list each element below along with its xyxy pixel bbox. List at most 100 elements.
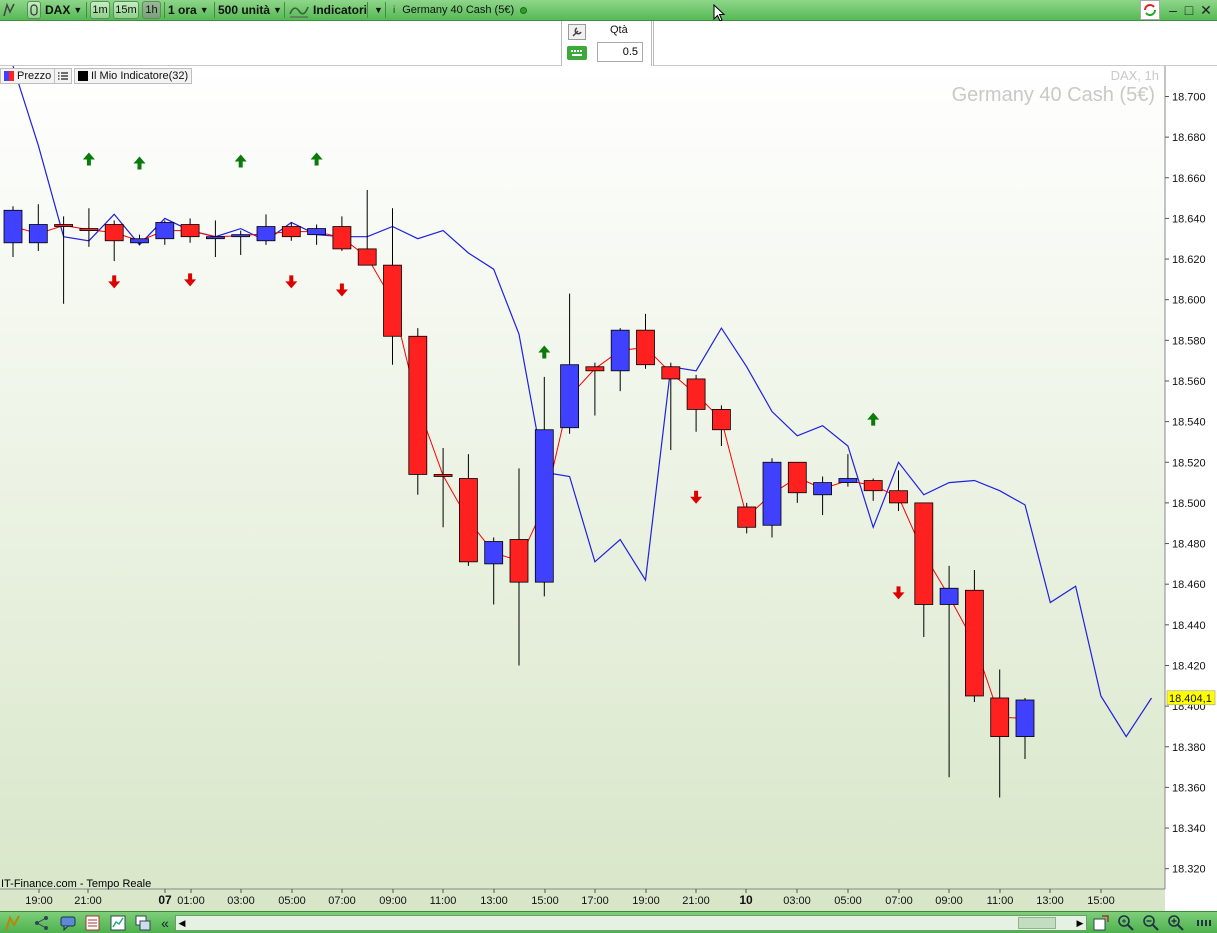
candle-down: [408, 335, 428, 475]
toolbar-separator: [367, 2, 368, 18]
timeframe-15m-button[interactable]: 15m: [113, 1, 139, 19]
candle-down: [383, 264, 402, 337]
legend-indicator-label: Il Mio Indicatore(32): [91, 70, 189, 82]
symbol-label: DAX: [45, 3, 71, 17]
indicators-button[interactable]: Indicatori: [289, 1, 367, 19]
toolbar-separator: [164, 2, 165, 18]
toolbar-separator: [86, 2, 87, 18]
candle-down: [357, 248, 377, 266]
scrollbar-thumb[interactable]: [1018, 917, 1056, 929]
candle-down: [889, 490, 908, 504]
candle-up: [484, 541, 504, 565]
candle-down: [737, 506, 757, 528]
scroll-left-icon[interactable]: ◀: [176, 916, 188, 930]
qty-input[interactable]: [597, 42, 643, 62]
y-tick-label: 18.520: [1172, 457, 1206, 469]
candle-up: [939, 587, 959, 605]
zoom-out-icon[interactable]: [1143, 915, 1159, 931]
candle-down: [863, 480, 883, 492]
y-tick-label: 18.500: [1172, 498, 1206, 510]
x-tick-label: 07:00: [885, 895, 913, 907]
order-settings-icon[interactable]: [568, 24, 586, 40]
candle-up: [813, 482, 832, 496]
list-icon[interactable]: [85, 915, 101, 931]
period-selector[interactable]: 1 ora ▼: [168, 1, 209, 19]
legend-indicator[interactable]: Il Mio Indicatore(32): [74, 68, 193, 84]
candle-down: [54, 224, 73, 227]
x-tick-label: 17:00: [581, 895, 609, 907]
time-scrollbar[interactable]: ◀ ▶: [175, 915, 1087, 931]
candle-up: [205, 236, 225, 240]
y-tick-label: 18.560: [1172, 376, 1206, 388]
timeframe-label: 15m: [115, 4, 137, 16]
y-tick-label: 18.680: [1172, 132, 1206, 144]
timeframe-1m-button[interactable]: 1m: [90, 1, 110, 19]
units-label: 500 unità: [218, 3, 271, 17]
comment-icon[interactable]: [60, 915, 76, 931]
candle-down: [281, 226, 301, 238]
y-tick-label: 18.580: [1172, 335, 1206, 347]
chart-settings-icon[interactable]: [1093, 915, 1109, 931]
x-date-label: 10: [739, 893, 753, 907]
x-tick-label: 15:00: [531, 895, 559, 907]
x-tick-label: 05:00: [834, 895, 862, 907]
watermark-symbol: DAX, 1h: [1110, 68, 1159, 83]
scroll-right-icon[interactable]: ▶: [1074, 916, 1086, 930]
instrument-tab[interactable]: i Germany 40 Cash (5€): [393, 1, 528, 19]
chart-canvas[interactable]: 18.700 18.680 18.660 18.640 18.620 18.600 18.5…: [0, 66, 1217, 911]
y-tick-label: 18.540: [1172, 417, 1206, 429]
candle-up: [231, 234, 251, 238]
share-icon[interactable]: [34, 915, 50, 931]
x-tick-label: 19:00: [632, 895, 660, 907]
toolbar-separator: [385, 2, 386, 18]
candle-down: [661, 366, 681, 380]
chart-icon[interactable]: [110, 915, 126, 931]
toolbar-separator: [284, 2, 285, 18]
chevron-down-icon: ▼: [374, 5, 383, 15]
timeframe-label: 1h: [145, 4, 158, 16]
draw-pencil-icon[interactable]: [5, 915, 21, 931]
legend-list-icon[interactable]: [54, 68, 72, 84]
zoom-in-icon[interactable]: [1168, 915, 1184, 931]
chevron-down-icon: ▼: [199, 5, 209, 15]
units-selector[interactable]: 500 unità ▼: [218, 1, 282, 19]
indicators-dropdown[interactable]: ▼: [371, 1, 383, 19]
windows-icon[interactable]: [135, 915, 151, 931]
refresh-icon[interactable]: [1140, 0, 1160, 20]
y-tick-label: 18.660: [1172, 173, 1206, 185]
keyboard-icon[interactable]: [567, 46, 587, 60]
watermark-instrument: Germany 40 Cash (5€): [951, 84, 1155, 106]
candle-down: [787, 461, 807, 494]
candle-down: [433, 474, 453, 477]
link-icon[interactable]: [27, 1, 41, 19]
chevron-down-icon: ▼: [73, 5, 83, 15]
price-chart[interactable]: 18.700 18.680 18.660 18.640 18.620 18.600 18.5…: [0, 66, 1217, 911]
y-tick-label: 18.360: [1172, 782, 1206, 794]
bar-spacing-icon[interactable]: [1195, 915, 1215, 931]
close-icon[interactable]: ✕: [1197, 0, 1215, 20]
x-tick-label: 11:00: [430, 895, 457, 907]
x-tick-label: 13:00: [1036, 895, 1064, 907]
x-date-label: 07: [158, 893, 172, 907]
price-color-swatch-icon: [4, 71, 14, 81]
candle-down: [636, 329, 655, 366]
x-tick-label: 01:00: [177, 895, 205, 907]
candle-up: [307, 228, 327, 236]
last-price-label: 18.404,1: [1169, 693, 1212, 705]
maximize-icon[interactable]: □: [1180, 0, 1198, 20]
candle-down: [509, 539, 529, 583]
y-tick-label: 18.340: [1172, 823, 1206, 835]
symbol-selector[interactable]: DAX ▼: [45, 1, 82, 19]
collapse-left-icon[interactable]: «: [157, 915, 173, 931]
draw-tool-icon[interactable]: [2, 1, 16, 19]
candle-down: [458, 478, 478, 563]
timeframe-1h-button[interactable]: 1h: [142, 1, 161, 19]
legend-price[interactable]: Prezzo: [0, 68, 56, 84]
top-toolbar: DAX ▼ 1m 15m 1h 1 ora ▼ 500 unità ▼ Indi…: [0, 0, 1217, 22]
period-label: 1 ora: [168, 3, 197, 17]
zoom-auto-icon[interactable]: [1118, 915, 1134, 931]
candle-up: [256, 226, 276, 242]
candle-up: [838, 478, 858, 483]
candle-down: [104, 224, 124, 242]
y-tick-label: 18.380: [1172, 742, 1206, 754]
